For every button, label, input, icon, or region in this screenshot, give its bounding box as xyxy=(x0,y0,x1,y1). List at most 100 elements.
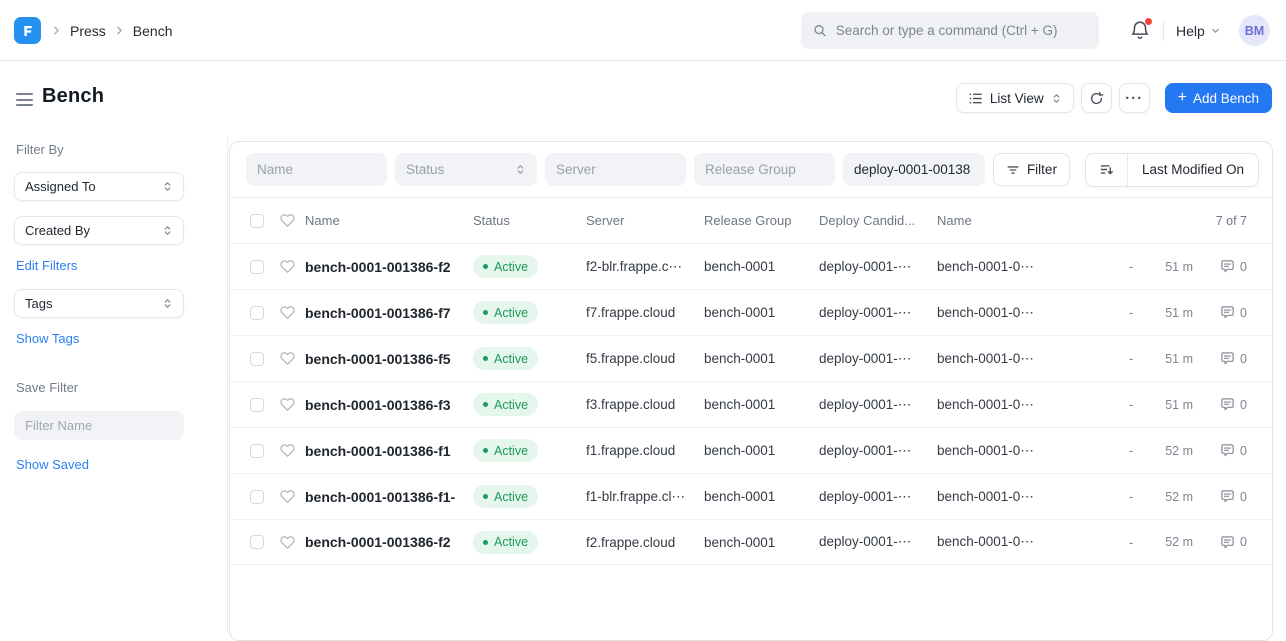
notifications-button[interactable] xyxy=(1129,19,1153,43)
assigned-to-select[interactable]: Assigned To xyxy=(14,172,184,201)
comment-icon xyxy=(1220,259,1235,274)
bench-name[interactable]: bench-0001-001386-f7 xyxy=(305,305,473,321)
bench-name[interactable]: bench-0001-001386-f3 xyxy=(305,397,473,413)
breadcrumb-item-press[interactable]: Press xyxy=(70,23,106,39)
sort-by-button[interactable]: Last Modified On xyxy=(1128,154,1258,186)
view-switcher-button[interactable]: List View xyxy=(956,83,1074,113)
server-cell: f2.frappe.cloud xyxy=(586,535,704,550)
table-row[interactable]: bench-0001-001386-f2 Active f2-blr.frapp… xyxy=(230,243,1272,289)
filter-sidebar: Filter By Assigned To Created By Edit Fi… xyxy=(0,136,228,633)
filter-name-input[interactable] xyxy=(14,411,184,440)
created-by-select[interactable]: Created By xyxy=(14,216,184,245)
select-chevrons-icon xyxy=(162,225,173,236)
help-menu[interactable]: Help xyxy=(1176,0,1221,61)
filter-bar-right: Filter Last Modified On xyxy=(993,153,1259,187)
page-title: Bench xyxy=(42,85,104,108)
favorite-heart-icon[interactable] xyxy=(280,305,295,320)
server-filter[interactable] xyxy=(545,153,686,186)
favorite-heart-icon[interactable] xyxy=(280,489,295,504)
table-row[interactable]: bench-0001-001386-f7 Active f7.frappe.cl… xyxy=(230,289,1272,335)
comment-icon xyxy=(1220,535,1235,550)
comment-icon xyxy=(1220,397,1235,412)
row-checkbox[interactable] xyxy=(250,490,264,504)
deploy-candidate-filter[interactable] xyxy=(843,153,985,186)
deploy-candidate-cell: deploy-0001-⋯ xyxy=(819,489,937,505)
name2-cell: bench-0001-0⋯ xyxy=(937,534,1067,550)
show-tags-link[interactable]: Show Tags xyxy=(14,331,213,346)
topbar-divider xyxy=(1163,21,1164,41)
modified-time: 51 m xyxy=(1143,306,1193,320)
status-badge: Active xyxy=(473,301,538,324)
edit-filters-link[interactable]: Edit Filters xyxy=(14,258,213,273)
bench-name[interactable]: bench-0001-001386-f1 xyxy=(305,443,473,459)
select-chevrons-icon xyxy=(515,164,526,175)
server-cell: f7.frappe.cloud xyxy=(586,305,704,320)
funnel-icon xyxy=(1006,163,1020,177)
sort-direction-button[interactable] xyxy=(1086,154,1128,186)
column-header-release-group[interactable]: Release Group xyxy=(704,213,819,228)
table-row[interactable]: bench-0001-001386-f1 Active f1.frappe.cl… xyxy=(230,427,1272,473)
bench-name[interactable]: bench-0001-001386-f1- xyxy=(305,489,473,505)
row-checkbox[interactable] xyxy=(250,535,264,549)
server-filter-input[interactable] xyxy=(556,162,675,177)
deploy-candidate-filter-input[interactable] xyxy=(854,162,974,177)
row-checkbox[interactable] xyxy=(250,352,264,366)
plus-icon: + xyxy=(1178,90,1187,106)
bench-name[interactable]: bench-0001-001386-f2 xyxy=(305,259,473,275)
column-header-status[interactable]: Status xyxy=(473,213,586,228)
server-cell: f3.frappe.cloud xyxy=(586,397,704,412)
bench-name[interactable]: bench-0001-001386-f5 xyxy=(305,351,473,367)
column-header-name[interactable]: Name xyxy=(305,213,473,228)
chevron-right-icon xyxy=(50,24,63,37)
chevron-down-icon xyxy=(1210,25,1221,36)
row-checkbox[interactable] xyxy=(250,444,264,458)
frappe-logo[interactable] xyxy=(14,17,41,44)
column-header-server[interactable]: Server xyxy=(586,213,704,228)
name2-cell: bench-0001-0⋯ xyxy=(937,305,1067,321)
refresh-button[interactable] xyxy=(1081,83,1112,113)
table-row[interactable]: bench-0001-001386-f3 Active f3.frappe.cl… xyxy=(230,381,1272,427)
comment-icon xyxy=(1220,489,1235,504)
sidebar-toggle-icon[interactable] xyxy=(16,93,33,106)
bench-name[interactable]: bench-0001-001386-f2 xyxy=(305,534,473,550)
list-view-icon xyxy=(968,91,983,106)
status-dot-icon xyxy=(483,494,488,499)
row-checkbox[interactable] xyxy=(250,260,264,274)
column-header-deploy-candidate[interactable]: Deploy Candid... xyxy=(819,213,937,228)
name2-cell: bench-0001-0⋯ xyxy=(937,397,1067,413)
add-bench-button[interactable]: + Add Bench xyxy=(1165,83,1272,113)
table-row[interactable]: bench-0001-001386-f1- Active f1-blr.frap… xyxy=(230,473,1272,519)
name-filter[interactable] xyxy=(246,153,387,186)
tags-label: Tags xyxy=(25,296,52,311)
bench-list-card: Status Filter Last Modified On xyxy=(229,141,1273,641)
search-input[interactable] xyxy=(836,23,1087,38)
row-checkbox[interactable] xyxy=(250,398,264,412)
favorite-heart-icon[interactable] xyxy=(280,535,295,550)
user-avatar[interactable]: BM xyxy=(1239,15,1270,46)
deploy-candidate-cell: deploy-0001-⋯ xyxy=(819,259,937,275)
show-saved-link[interactable]: Show Saved xyxy=(14,457,213,472)
row-checkbox[interactable] xyxy=(250,306,264,320)
name-filter-input[interactable] xyxy=(257,162,376,177)
comments-cell: 0 xyxy=(1193,305,1247,320)
table-row[interactable]: bench-0001-001386-f5 Active f5.frappe.cl… xyxy=(230,335,1272,381)
column-header-name2[interactable]: Name xyxy=(937,213,1067,228)
release-group-filter[interactable] xyxy=(694,153,835,186)
status-filter-select[interactable]: Status xyxy=(395,153,537,186)
favorite-heart-icon[interactable] xyxy=(280,259,295,274)
command-search[interactable] xyxy=(801,12,1099,49)
more-options-button[interactable]: ··· xyxy=(1119,83,1150,113)
tags-select[interactable]: Tags xyxy=(14,289,184,318)
comments-cell: 0 xyxy=(1193,443,1247,458)
sort-icon xyxy=(1099,162,1114,177)
page-header: Bench List View ··· + Add Bench xyxy=(0,61,1286,136)
select-all-checkbox[interactable] xyxy=(250,214,264,228)
table-row[interactable]: bench-0001-001386-f2 Active f2.frappe.cl… xyxy=(230,519,1272,565)
assignee-placeholder: - xyxy=(1119,259,1143,274)
breadcrumb-item-bench[interactable]: Bench xyxy=(133,23,173,39)
favorite-heart-icon[interactable] xyxy=(280,351,295,366)
release-group-filter-input[interactable] xyxy=(705,162,824,177)
favorite-heart-icon[interactable] xyxy=(280,397,295,412)
filter-button[interactable]: Filter xyxy=(993,153,1070,186)
favorite-heart-icon[interactable] xyxy=(280,443,295,458)
